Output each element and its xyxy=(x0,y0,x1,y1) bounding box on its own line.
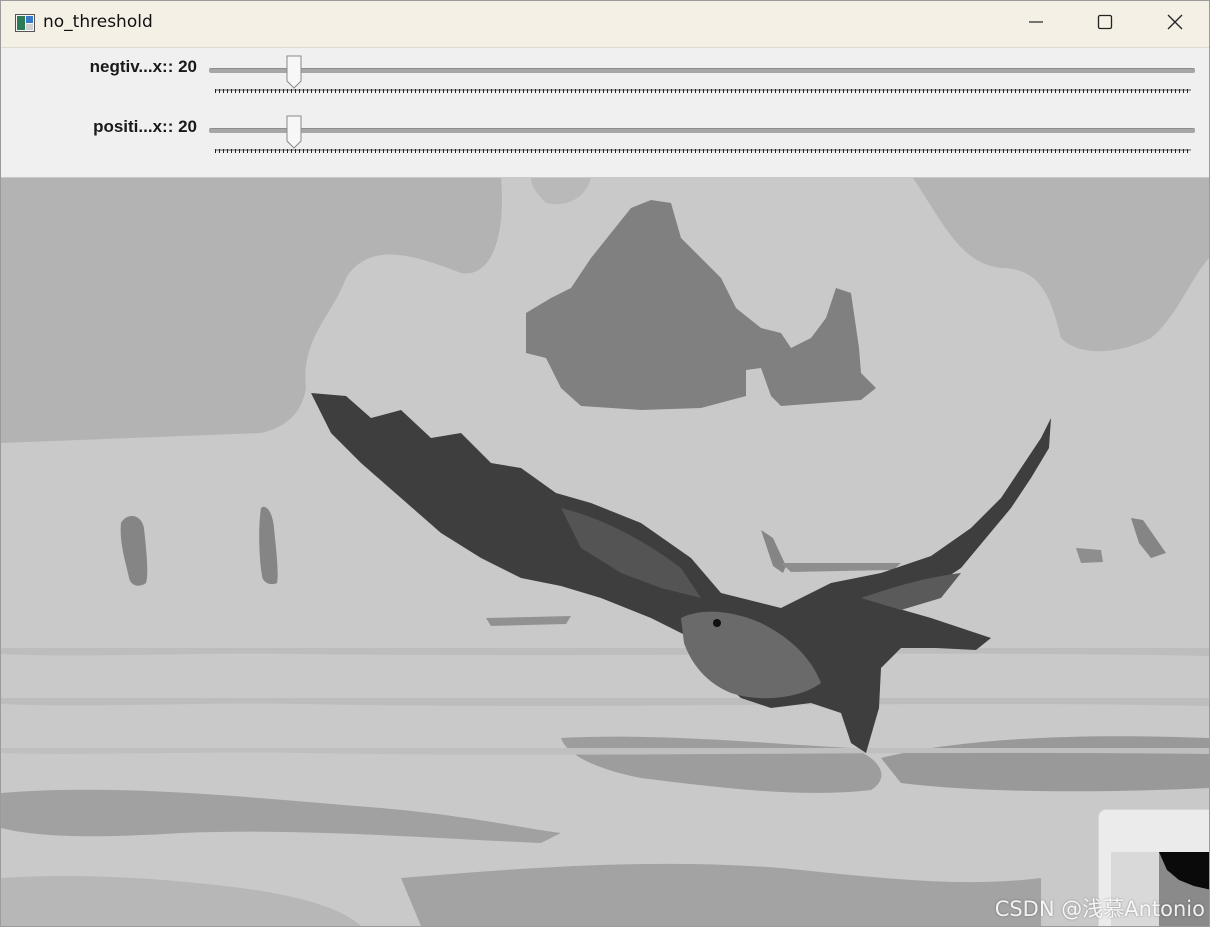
window-title: no_threshold xyxy=(43,12,153,32)
maximize-button[interactable] xyxy=(1070,1,1140,47)
trackbar-negative-ticks xyxy=(215,89,1191,93)
minimize-button[interactable] xyxy=(1001,1,1071,47)
image-display xyxy=(1,178,1209,926)
app-window-icon xyxy=(15,14,35,32)
minimize-icon xyxy=(1028,14,1044,34)
trackbar-panel: negtiv...x:: 20 positi...x:: 20 xyxy=(1,48,1209,177)
trackbar-positive-ticks xyxy=(215,149,1191,153)
maximize-icon xyxy=(1097,14,1113,34)
trackbar-negative-thumb[interactable] xyxy=(286,55,302,89)
trackbar-negative-label: negtiv...x:: 20 xyxy=(89,57,197,76)
trackbar-negative-track[interactable] xyxy=(209,68,1195,73)
app-window: no_threshold negtiv...x:: 20 positi...x:… xyxy=(0,0,1210,927)
threshold-image xyxy=(1,178,1209,926)
trackbar-positive-thumb[interactable] xyxy=(286,115,302,149)
trackbar-positive-track[interactable] xyxy=(209,128,1195,133)
trackbar-positive-label: positi...x:: 20 xyxy=(93,117,197,136)
close-icon xyxy=(1166,13,1184,35)
title-bar[interactable]: no_threshold xyxy=(1,1,1209,48)
watermark-text: CSDN @浅慕Antonio xyxy=(994,897,1205,921)
close-button[interactable] xyxy=(1140,1,1209,47)
